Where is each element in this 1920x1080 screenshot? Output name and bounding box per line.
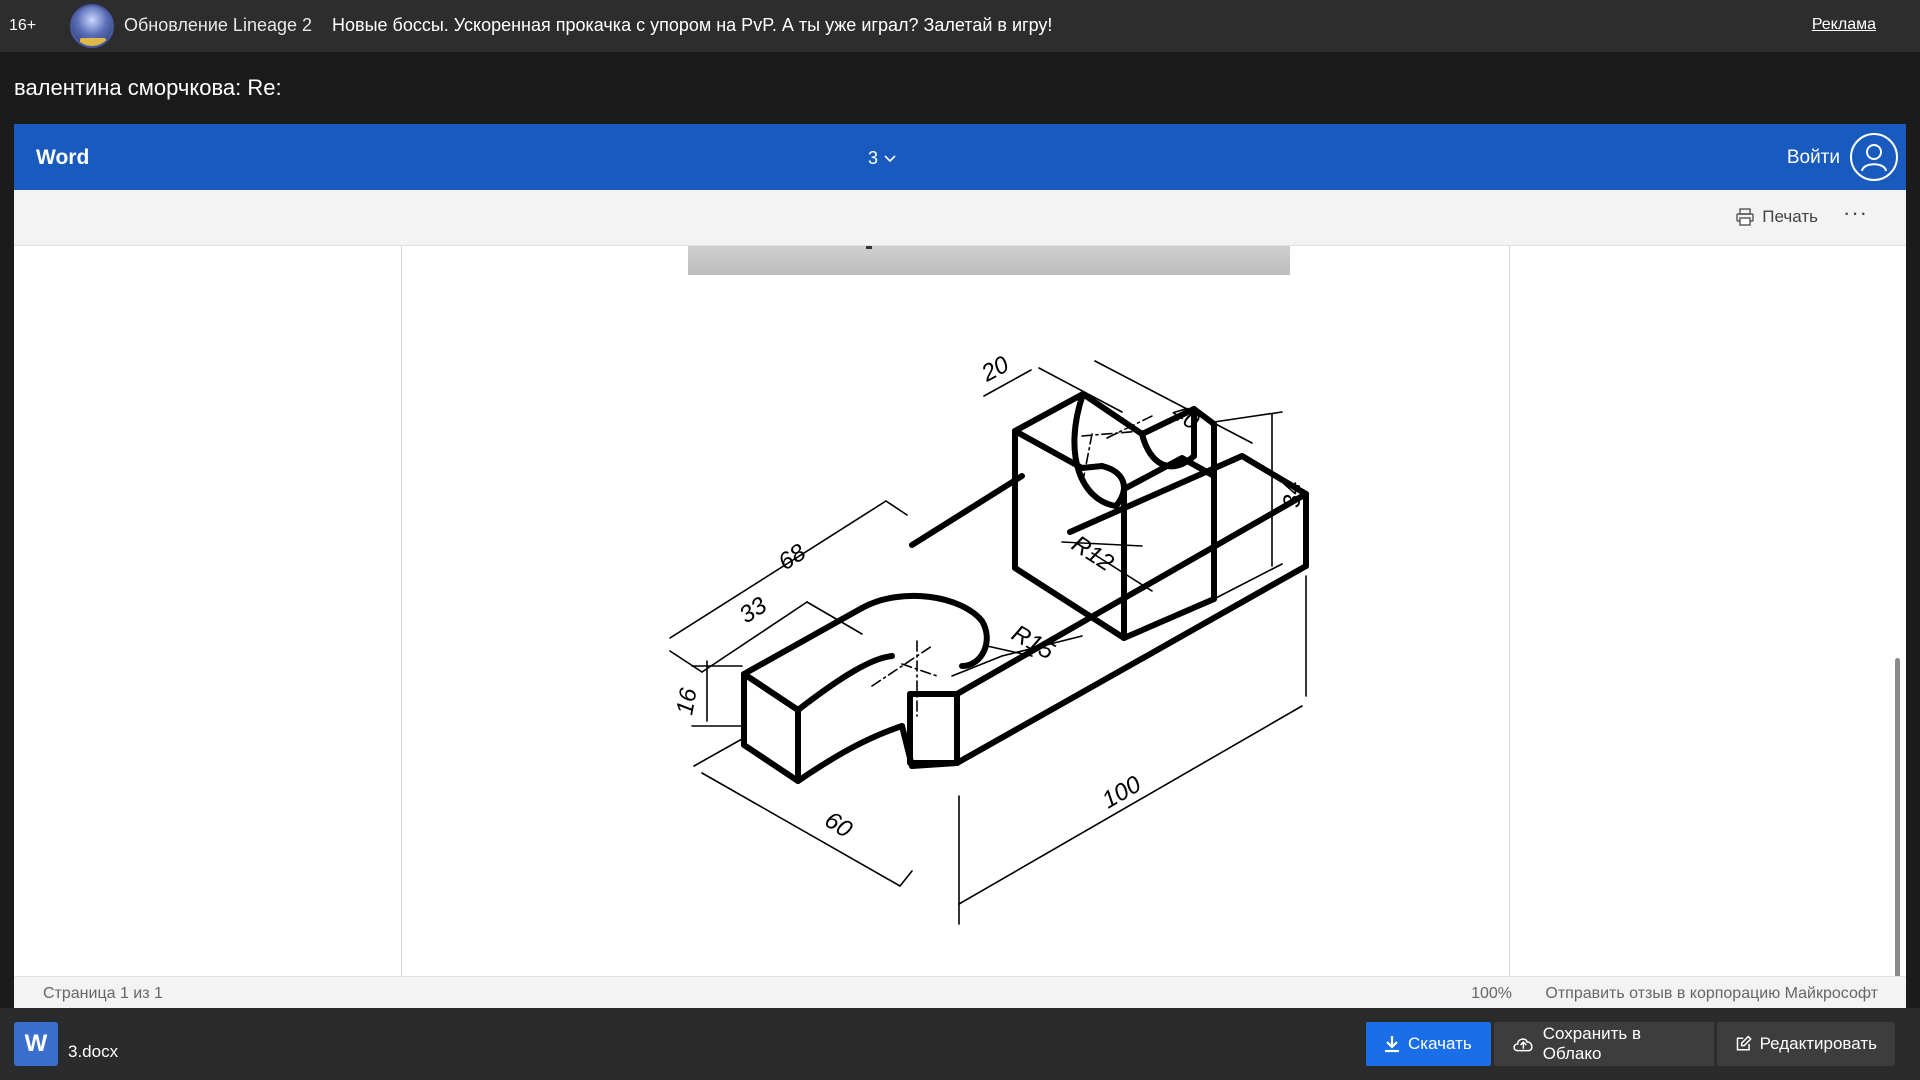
download-button[interactable]: Скачать xyxy=(1366,1022,1491,1066)
dim-label-40: 40 xyxy=(1167,398,1205,436)
word-toolbar: Печать ··· xyxy=(14,190,1906,246)
dim-label-60: 60 xyxy=(820,806,858,844)
edit-icon xyxy=(1736,1035,1752,1051)
zoom-level[interactable]: 100% xyxy=(1471,985,1512,1003)
document-canvas[interactable]: 20 40 34 R12 68 33 R15 16 60 100 xyxy=(14,246,1906,988)
age-rating-label: 16+ xyxy=(9,17,37,34)
save-to-cloud-label: Сохранить в Облако xyxy=(1542,1024,1641,1063)
ad-label-link[interactable]: Реклама xyxy=(1812,16,1876,34)
page-count: Страница 1 из 1 xyxy=(43,985,163,1002)
dim-label-33: 33 xyxy=(735,591,773,629)
ad-avatar-image[interactable] xyxy=(70,4,114,48)
edit-button[interactable]: Редактировать xyxy=(1717,1022,1895,1066)
ad-text[interactable]: Новые боссы. Ускоренная прокачка с упоро… xyxy=(332,15,1052,36)
signin-link[interactable]: Войти xyxy=(1787,147,1840,169)
ad-banner[interactable]: 16+ Обновление Lineage 2 Новые боссы. Ус… xyxy=(0,0,1920,52)
document-page: 20 40 34 R12 68 33 R15 16 60 100 xyxy=(401,246,1510,976)
dim-label-r12: R12 xyxy=(1067,530,1119,577)
vertical-scrollbar[interactable] xyxy=(1895,658,1900,988)
cloud-upload-icon xyxy=(1513,1038,1533,1052)
status-bar: Страница 1 из 1 100% Отправить отзыв в к… xyxy=(14,976,1906,1008)
print-label: Печать xyxy=(1762,207,1818,226)
attachment-file-name[interactable]: 3.docx xyxy=(68,1042,118,1062)
save-to-cloud-button[interactable]: Сохранить в Облако xyxy=(1494,1022,1714,1066)
more-options-button[interactable]: ··· xyxy=(1843,200,1868,226)
isometric-part-drawing: 20 40 34 R12 68 33 R15 16 60 100 xyxy=(669,351,1309,925)
word-viewer: Word 3 Войти Печать ··· 20 40 34 R12 68 … xyxy=(14,124,1906,1008)
chevron-down-icon xyxy=(884,154,896,162)
doc-name-dropdown[interactable]: 3 xyxy=(868,148,896,169)
download-icon xyxy=(1385,1036,1399,1053)
printer-icon xyxy=(1736,208,1754,226)
edit-label: Редактировать xyxy=(1759,1034,1877,1053)
user-account-icon[interactable] xyxy=(1850,133,1898,181)
print-button[interactable]: Печать xyxy=(1735,207,1818,227)
dim-label-16: 16 xyxy=(671,685,702,717)
ad-source-name[interactable]: Обновление Lineage 2 xyxy=(124,15,312,36)
doc-name-label: 3 xyxy=(868,148,879,168)
dim-label-100: 100 xyxy=(1098,770,1147,814)
message-sender-line: валентина сморчкова: Re: xyxy=(14,75,282,100)
dim-label-34: 34 xyxy=(1279,481,1306,508)
dim-label-68: 68 xyxy=(774,538,812,576)
word-file-icon: W xyxy=(14,1022,58,1066)
word-app-title: Word xyxy=(36,146,90,169)
download-label: Скачать xyxy=(1408,1034,1472,1053)
feedback-link[interactable]: Отправить отзыв в корпорацию Майкрософт xyxy=(1545,985,1878,1003)
attachment-bar: W 3.docx Скачать Сохранить в Облако Реда… xyxy=(0,1008,1920,1080)
word-header: Word 3 Войти xyxy=(14,124,1906,190)
